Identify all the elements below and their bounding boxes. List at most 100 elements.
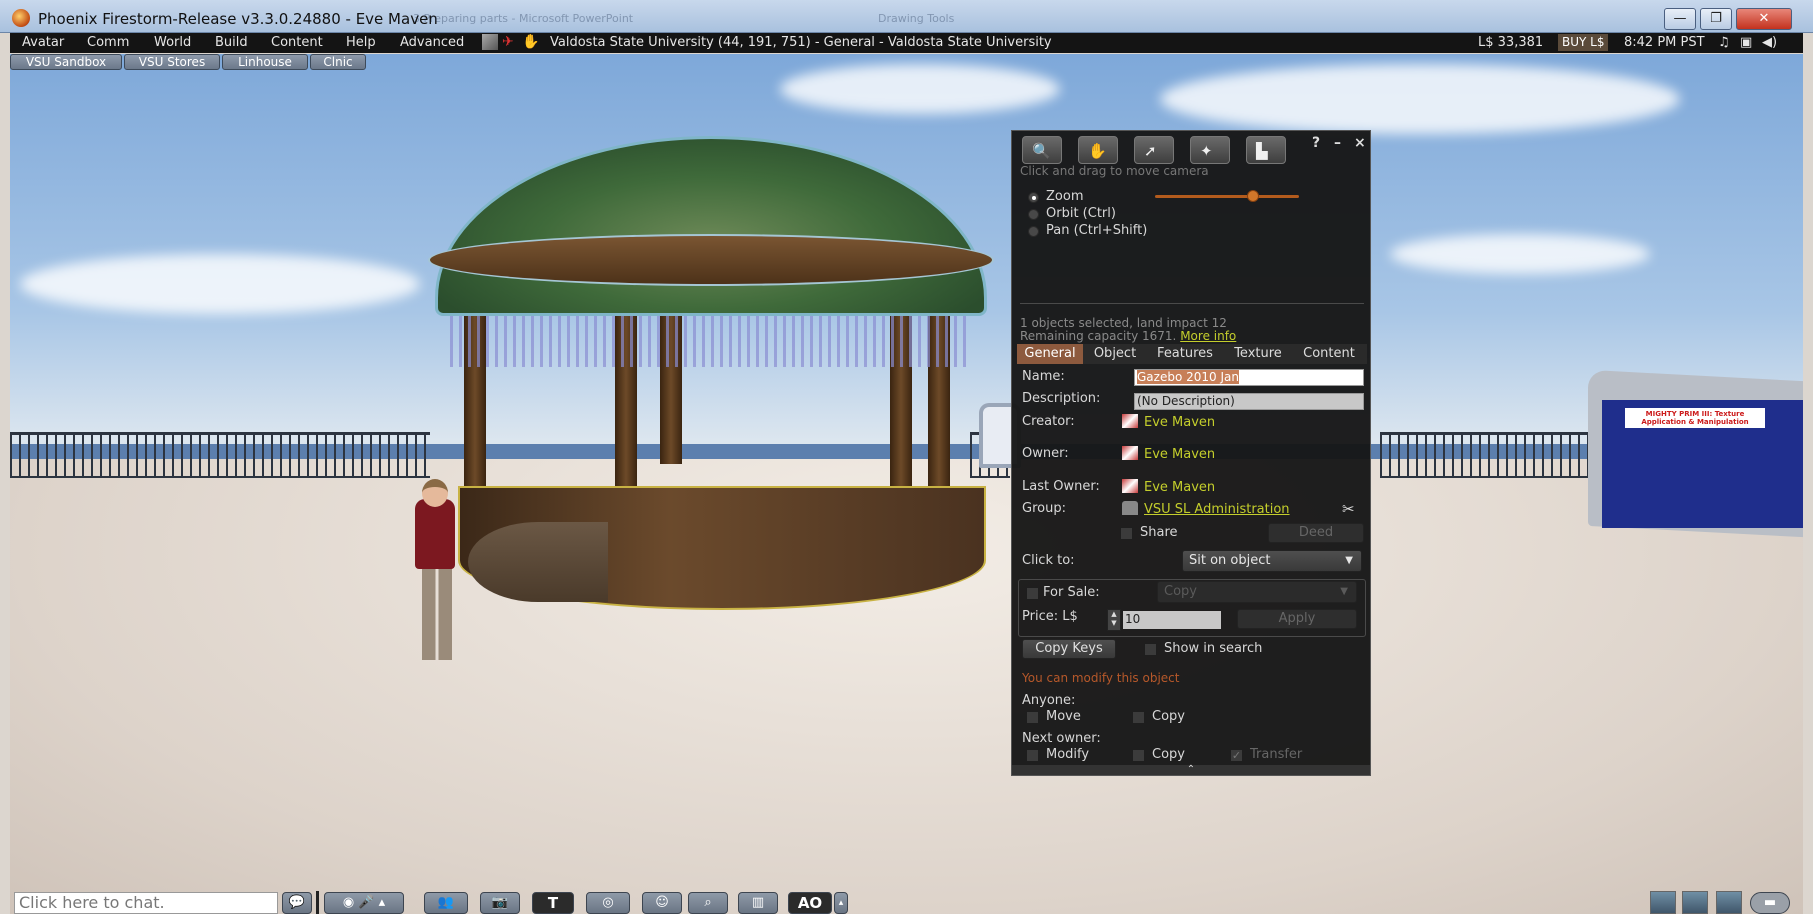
edit-tool-button[interactable]: ➚	[1134, 136, 1174, 164]
sale-type-dropdown[interactable]: Copy ▼	[1157, 581, 1357, 603]
chevron-down-icon: ▼	[1340, 586, 1348, 597]
move-tool-icon: ✋	[1088, 142, 1107, 160]
minimize-button[interactable]: —	[1664, 8, 1696, 30]
avatar[interactable]	[415, 499, 455, 569]
last-owner-link[interactable]: Eve Maven	[1122, 479, 1215, 495]
more-info-link[interactable]: More info	[1180, 329, 1236, 343]
people-button[interactable]: 👥	[424, 892, 468, 914]
price-input[interactable]: 10	[1123, 611, 1221, 629]
notifications-button[interactable]: ▬	[1750, 892, 1790, 914]
remaining-capacity: Remaining capacity 1671. More info	[1020, 329, 1237, 343]
price-stepper[interactable]: ▲ ▼	[1107, 609, 1121, 631]
volume-icon[interactable]: ◀)	[1762, 35, 1777, 50]
window-titlebar: Phoenix Firestorm-Release v3.3.0.24880 -…	[0, 0, 1813, 33]
build-hammer-icon: T	[547, 894, 559, 912]
microphone-icon: ◉ 🎤 ▴	[342, 895, 386, 910]
share-checkbox[interactable]	[1120, 527, 1133, 540]
set-group-icon[interactable]: ✂	[1342, 500, 1355, 518]
radar-button[interactable]: ◎	[586, 892, 630, 914]
radio-zoom[interactable]	[1028, 192, 1039, 203]
world-viewport[interactable]: MIGHTY PRIM III: Texture Application & M…	[10, 54, 1803, 914]
tab-content[interactable]: Content	[1293, 344, 1365, 364]
snapshot-button[interactable]: 📷	[480, 892, 520, 914]
tab-general[interactable]: General	[1017, 344, 1083, 364]
chat-history-button[interactable]: 💬	[282, 892, 312, 914]
copy-keys-button[interactable]: Copy Keys	[1022, 639, 1116, 659]
favorite-linhouse[interactable]: Linhouse	[222, 54, 308, 70]
click-action-dropdown[interactable]: Sit on object ▼	[1182, 550, 1362, 572]
create-tool-button[interactable]: ✦	[1190, 136, 1230, 164]
focus-tool-button[interactable]: 🔍	[1022, 136, 1062, 164]
next-copy-label: Copy	[1152, 747, 1185, 762]
build-button[interactable]: T	[532, 892, 574, 914]
avatar-head	[422, 479, 448, 507]
next-copy-checkbox[interactable]	[1132, 749, 1145, 762]
next-modify-checkbox[interactable]	[1026, 749, 1039, 762]
land-tool-icon: ▙	[1256, 142, 1268, 160]
zoom-slider-handle[interactable]	[1246, 190, 1259, 202]
im-avatar-thumbnail[interactable]	[1716, 891, 1742, 914]
im-avatar-thumbnail[interactable]	[1650, 891, 1676, 914]
menu-comm[interactable]: Comm	[87, 35, 129, 50]
avatar-icon	[1122, 414, 1138, 428]
music-icon[interactable]: ♫	[1718, 35, 1730, 50]
avatar-icon	[1122, 446, 1138, 460]
radio-orbit[interactable]	[1028, 209, 1039, 220]
maximize-button[interactable]: ❐	[1700, 8, 1732, 30]
menu-help[interactable]: Help	[346, 35, 376, 50]
notification-icon: ▬	[1763, 895, 1777, 910]
favorite-vsu-stores[interactable]: VSU Stores	[124, 54, 220, 70]
for-sale-checkbox[interactable]	[1026, 587, 1039, 600]
deed-button[interactable]: Deed	[1268, 523, 1364, 543]
description-label: Description:	[1022, 391, 1101, 406]
search-button[interactable]: ⌕	[688, 892, 728, 914]
tab-features[interactable]: Features	[1147, 344, 1223, 364]
next-transfer-checkbox[interactable]: ✓	[1230, 749, 1243, 762]
click-to-label: Click to:	[1022, 553, 1075, 568]
menu-build[interactable]: Build	[215, 35, 248, 50]
ao-options-button[interactable]: ▴	[834, 892, 848, 914]
edit-tabs: General Object Features Texture Content	[1017, 344, 1367, 364]
share-label: Share	[1140, 525, 1178, 540]
location-readout[interactable]: Valdosta State University (44, 191, 751)…	[550, 35, 1052, 50]
gazebo-dome[interactable]	[435, 136, 987, 316]
close-window-button[interactable]: ✕	[1736, 8, 1792, 30]
im-avatar-thumbnail[interactable]	[1682, 891, 1708, 914]
owner-link[interactable]: Eve Maven	[1122, 446, 1215, 462]
gazebo-roof-ring[interactable]	[428, 234, 994, 286]
panel-close-button[interactable]: ×	[1354, 135, 1366, 151]
help-button[interactable]: ?	[1312, 135, 1320, 151]
menu-content[interactable]: Content	[271, 35, 323, 50]
collapse-panel-button[interactable]: ⌃	[1012, 765, 1370, 775]
menu-world[interactable]: World	[154, 35, 191, 50]
ao-button[interactable]: AO	[788, 892, 832, 914]
show-in-search-checkbox[interactable]	[1144, 643, 1157, 656]
avatar-icon	[1122, 479, 1138, 493]
anyone-copy-checkbox[interactable]	[1132, 711, 1145, 724]
menu-advanced[interactable]: Advanced	[400, 35, 464, 50]
move-tool-button[interactable]: ✋	[1078, 136, 1118, 164]
panel-minimize-button[interactable]: –	[1334, 135, 1341, 151]
tab-texture[interactable]: Texture	[1225, 344, 1291, 364]
menu-avatar[interactable]: Avatar	[22, 35, 64, 50]
creator-link[interactable]: Eve Maven	[1122, 414, 1215, 430]
tab-object[interactable]: Object	[1085, 344, 1145, 364]
avatar-legs	[422, 566, 452, 660]
map-button[interactable]: ▥	[738, 892, 778, 914]
avatar-button[interactable]: ☺	[642, 892, 682, 914]
favorite-clnic[interactable]: Clnic	[310, 54, 366, 70]
land-tool-button[interactable]: ▙	[1246, 136, 1286, 164]
favorite-vsu-sandbox[interactable]: VSU Sandbox	[10, 54, 122, 70]
zoom-slider[interactable]	[1155, 195, 1299, 198]
radio-pan[interactable]	[1028, 226, 1039, 237]
buy-currency-button[interactable]: BUY L$	[1558, 34, 1609, 51]
voice-button[interactable]: ◉ 🎤 ▴	[324, 892, 404, 914]
chat-input[interactable]: Click here to chat.	[14, 892, 278, 914]
name-input[interactable]: Gazebo 2010 Jan	[1134, 369, 1364, 386]
description-input[interactable]: (No Description)	[1134, 393, 1364, 410]
group-link[interactable]: VSU SL Administration	[1122, 501, 1290, 517]
apply-button[interactable]: Apply	[1237, 609, 1357, 629]
group-icon	[1122, 501, 1138, 515]
media-icon[interactable]: ▣	[1740, 35, 1752, 50]
anyone-move-checkbox[interactable]	[1026, 711, 1039, 724]
